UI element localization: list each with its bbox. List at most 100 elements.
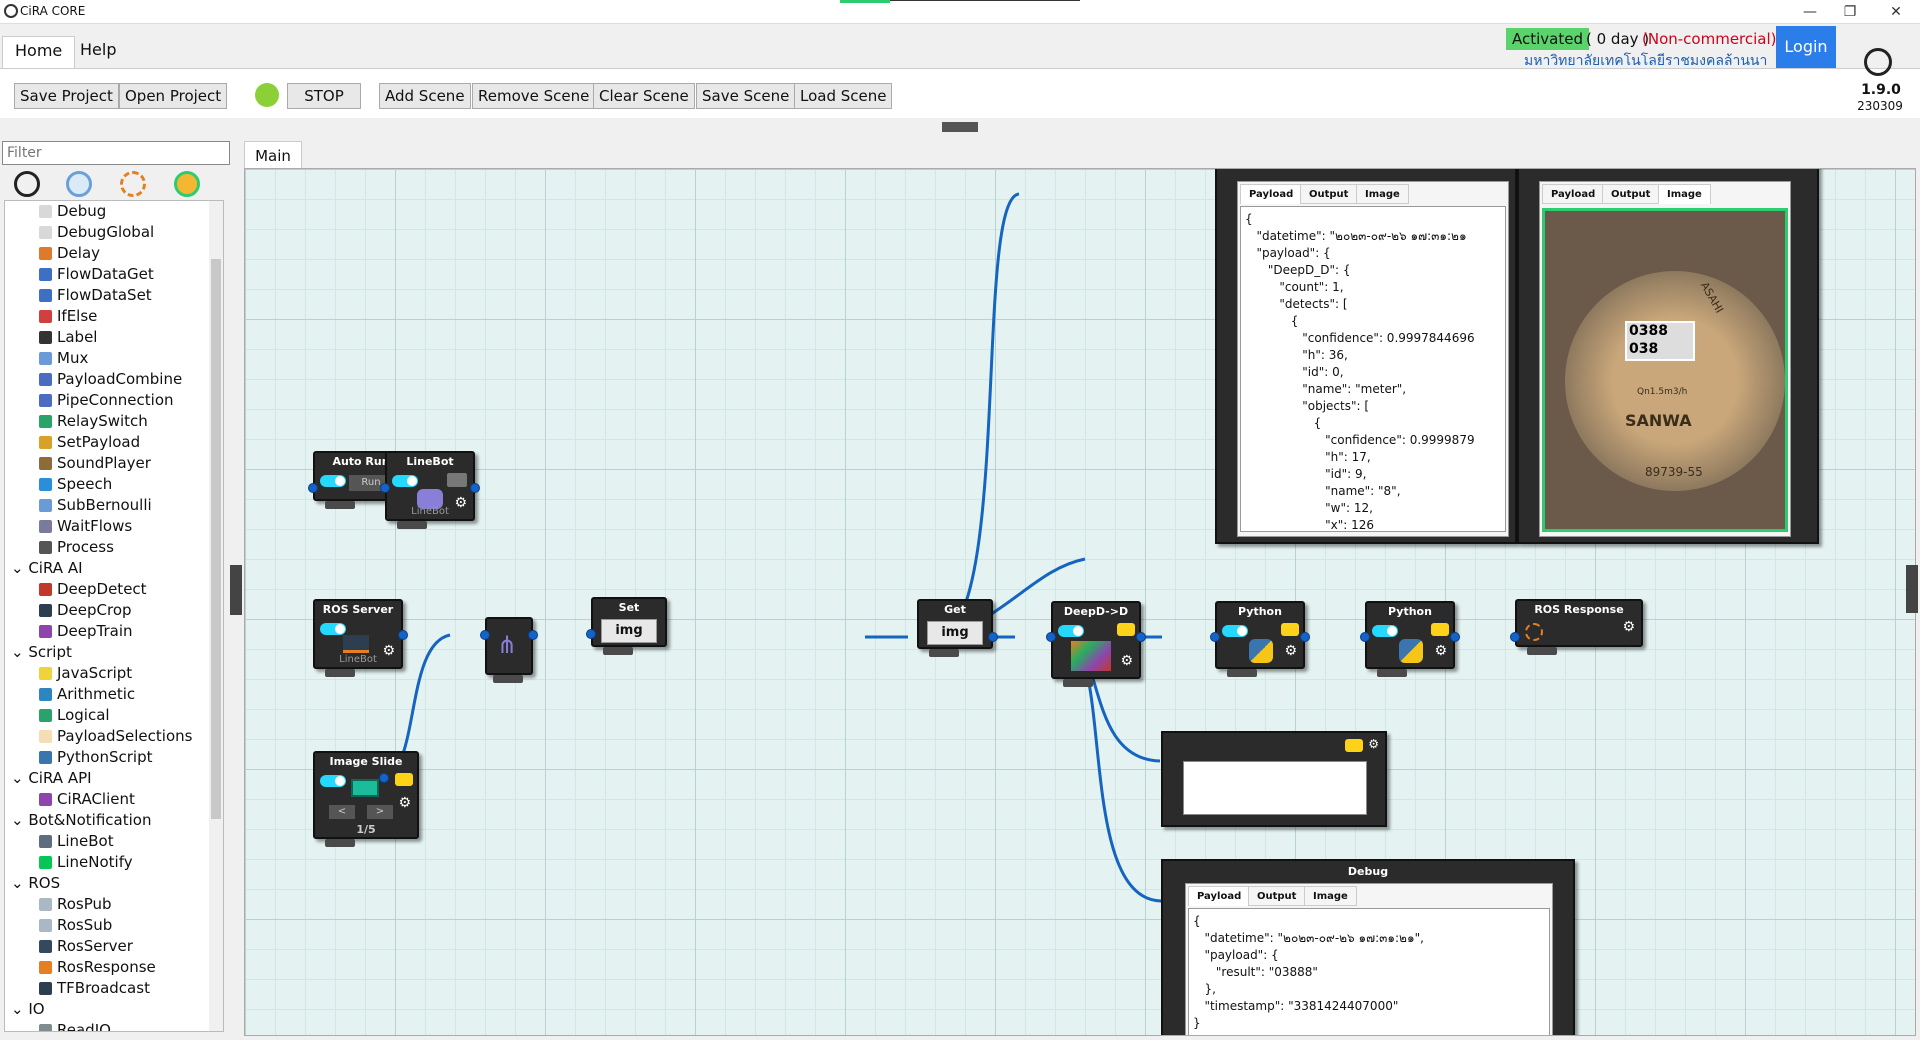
- enable-toggle[interactable]: [1058, 625, 1084, 637]
- output-port[interactable]: [398, 630, 408, 640]
- progress-track: [890, 0, 1080, 1]
- save-project-button[interactable]: Save Project: [14, 83, 119, 109]
- debug-panel-1[interactable]: Payload Output Image { "datetime": "๒๐๒๓…: [1215, 169, 1517, 544]
- pipeconnection-icon: [39, 394, 52, 407]
- pythonscript-icon: [39, 751, 52, 764]
- node-ros-response[interactable]: ROS Response ⚙: [1515, 599, 1643, 655]
- palette-scroll-thumb[interactable]: [211, 259, 221, 819]
- palette-category[interactable]: ⌄ Bot&Notification: [11, 810, 151, 831]
- palette-scrollbar[interactable]: [209, 201, 223, 1031]
- palette-category[interactable]: ⌄ ROS: [11, 873, 60, 894]
- close-button[interactable]: ✕: [1886, 2, 1906, 22]
- gear-icon[interactable]: ⚙: [398, 795, 411, 811]
- enable-toggle[interactable]: [1372, 625, 1398, 637]
- enable-toggle[interactable]: [320, 475, 346, 487]
- sidebar-resize-handle[interactable]: [230, 565, 242, 615]
- tab-image[interactable]: Image: [1356, 184, 1409, 204]
- output-port[interactable]: [1136, 632, 1146, 642]
- output-port[interactable]: [528, 630, 538, 640]
- debug-panel-3[interactable]: Debug Payload Output Image { "datetime":…: [1161, 859, 1575, 1035]
- input-port[interactable]: [1046, 632, 1056, 642]
- enable-toggle[interactable]: [1222, 625, 1248, 637]
- node-python-1[interactable]: Python ⚙: [1215, 601, 1305, 677]
- input-port[interactable]: [308, 483, 318, 493]
- stop-button[interactable]: STOP: [287, 83, 361, 109]
- tab-image[interactable]: Image: [1304, 886, 1357, 906]
- load-scene-button[interactable]: Load Scene: [794, 83, 893, 109]
- python-icon: [1399, 639, 1423, 663]
- node-pipe-merge[interactable]: ⋔: [485, 617, 533, 683]
- enable-toggle[interactable]: [320, 775, 346, 787]
- gear-icon[interactable]: ⚙: [1434, 643, 1447, 659]
- output-port[interactable]: [470, 483, 480, 493]
- gear-icon[interactable]: ⚙: [1120, 653, 1133, 669]
- toolbar-collapse-handle[interactable]: [942, 122, 978, 132]
- canvas-scroll-handle[interactable]: [1906, 565, 1918, 613]
- palette-category[interactable]: ⌄ CiRA AI: [11, 558, 83, 579]
- tab-payload[interactable]: Payload: [1542, 184, 1605, 204]
- tab-output[interactable]: Output: [1248, 886, 1306, 906]
- input-port[interactable]: [380, 483, 390, 493]
- maximize-button[interactable]: ❐: [1840, 2, 1860, 22]
- add-scene-button[interactable]: Add Scene: [379, 83, 471, 109]
- output-port[interactable]: [379, 773, 389, 783]
- login-button[interactable]: Login: [1776, 26, 1836, 68]
- output-port[interactable]: [1450, 632, 1460, 642]
- prev-image-button[interactable]: <: [329, 805, 355, 819]
- set-value[interactable]: img: [601, 619, 657, 643]
- node-set[interactable]: Set img: [591, 597, 667, 655]
- gear-icon[interactable]: ⚙: [1284, 643, 1297, 659]
- tab-main-scene[interactable]: Main: [244, 141, 302, 169]
- tab-payload[interactable]: Payload: [1188, 886, 1251, 906]
- tab-output[interactable]: Output: [1300, 184, 1358, 204]
- category-ai-icon[interactable]: [174, 171, 200, 197]
- flow-canvas[interactable]: Auto Run Run LineBot ⚙ LineBot ROS Serve…: [244, 168, 1916, 1036]
- tab-help[interactable]: Help: [68, 36, 128, 68]
- output-port[interactable]: [988, 632, 998, 642]
- palette-category[interactable]: ⌄ Script: [11, 642, 72, 663]
- input-port[interactable]: [586, 629, 596, 639]
- clear-scene-button[interactable]: Clear Scene: [593, 83, 695, 109]
- get-value[interactable]: img: [927, 621, 983, 645]
- category-network-icon[interactable]: [66, 171, 92, 197]
- gear-icon[interactable]: ⚙: [1368, 737, 1379, 751]
- palette-item-label: JavaScript: [57, 664, 133, 682]
- gear-icon[interactable]: ⚙: [1622, 619, 1635, 635]
- enable-toggle[interactable]: [320, 623, 346, 635]
- palette-item-label: Debug: [57, 202, 107, 220]
- node-image-slide[interactable]: Image Slide ⚙ < > 1/5: [313, 751, 419, 847]
- remove-scene-button[interactable]: Remove Scene: [472, 83, 596, 109]
- node-ros-server[interactable]: ROS Server ⚙ LineBot: [313, 599, 403, 677]
- palette-category[interactable]: ⌄ CiRA API: [11, 768, 92, 789]
- input-port[interactable]: [1360, 632, 1370, 642]
- category-core-icon[interactable]: [14, 171, 40, 197]
- node-deep-detect[interactable]: DeepD->D ⚙: [1051, 601, 1141, 687]
- tab-output[interactable]: Output: [1602, 184, 1660, 204]
- input-port[interactable]: [1210, 632, 1220, 642]
- minimize-button[interactable]: —: [1800, 2, 1820, 22]
- enable-toggle[interactable]: [392, 475, 418, 487]
- input-port[interactable]: [480, 630, 490, 640]
- open-project-button[interactable]: Open Project: [119, 83, 228, 109]
- input-port[interactable]: [1510, 632, 1520, 642]
- filter-input[interactable]: [2, 141, 230, 165]
- output-port[interactable]: [1300, 632, 1310, 642]
- tab-payload[interactable]: Payload: [1240, 184, 1303, 204]
- tab-image[interactable]: Image: [1658, 184, 1711, 204]
- node-python-2[interactable]: Python ⚙: [1365, 601, 1455, 677]
- node-linebot[interactable]: LineBot ⚙ LineBot: [385, 451, 475, 529]
- slide-counter: 1/5: [356, 823, 376, 836]
- palette-category[interactable]: ⌄ IO: [11, 999, 45, 1020]
- debug-panel-2[interactable]: Payload Output Image 0388 038 SANWA Qn1.…: [1517, 169, 1819, 544]
- debug-content: Payload Output Image 0388 038 SANWA Qn1.…: [1539, 181, 1791, 537]
- palette-item-label: RosResponse: [57, 958, 156, 976]
- tab-home[interactable]: Home: [2, 36, 76, 68]
- display-panel[interactable]: ⚙: [1161, 731, 1387, 827]
- category-ros-icon[interactable]: [120, 171, 146, 197]
- node-get[interactable]: Get img: [917, 599, 993, 657]
- rospub-icon: [39, 898, 52, 911]
- subbernoulli-icon: [39, 499, 52, 512]
- save-scene-button[interactable]: Save Scene: [696, 83, 796, 109]
- next-image-button[interactable]: >: [367, 805, 393, 819]
- payloadselections-icon: [39, 730, 52, 743]
